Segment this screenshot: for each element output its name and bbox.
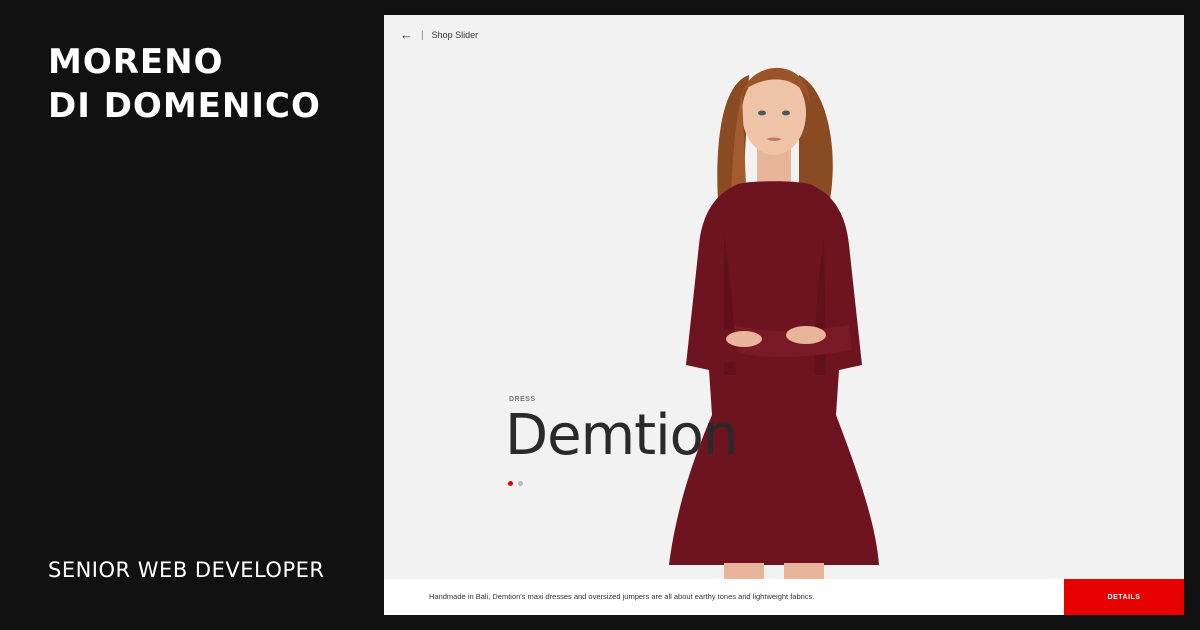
brand-name-line2: DI DOMENICO bbox=[48, 86, 321, 126]
slider-title: Shop Slider bbox=[431, 30, 479, 40]
arrow-left-icon[interactable]: ← bbox=[400, 28, 413, 41]
model-photo bbox=[669, 67, 879, 580]
slider-header: ← | Shop Slider bbox=[400, 28, 479, 41]
details-button[interactable]: DETAILS bbox=[1064, 579, 1184, 615]
pagination-dot[interactable] bbox=[518, 481, 523, 486]
pagination-dot[interactable] bbox=[508, 481, 513, 486]
product-description: Handmade in Bali, Demtion's maxi dresses… bbox=[429, 592, 815, 601]
product-name: Demtion bbox=[505, 403, 738, 468]
job-title: SENIOR WEB DEVELOPER bbox=[48, 558, 325, 582]
slider-pagination bbox=[508, 481, 523, 486]
slider-footer: Handmade in Bali, Demtion's maxi dresses… bbox=[384, 579, 1184, 615]
brand-name: MORENO DI DOMENICO bbox=[48, 40, 321, 128]
product-category: DRESS bbox=[509, 396, 536, 403]
shop-slider-preview: ← | Shop Slider DRESS Demtion Handmade i… bbox=[384, 15, 1184, 615]
brand-name-line1: MORENO bbox=[48, 42, 224, 82]
header-separator: | bbox=[421, 29, 424, 41]
